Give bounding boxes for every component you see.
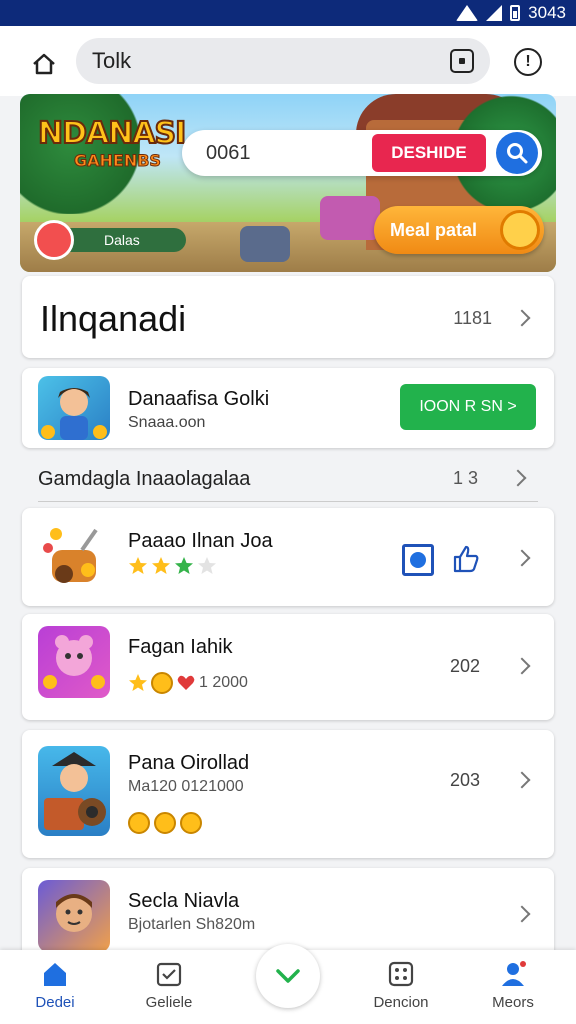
calendar-icon bbox=[156, 962, 182, 987]
rating-stars bbox=[128, 556, 217, 576]
item-meta-text: 1 2000 bbox=[199, 674, 248, 691]
nav-games-label: Geliele bbox=[145, 994, 193, 1011]
chevron-right-icon bbox=[513, 771, 531, 789]
coin-icon bbox=[180, 812, 202, 834]
list-item[interactable]: Fagan Iahik 1 2000 202 bbox=[22, 614, 554, 720]
banner-cart bbox=[320, 196, 380, 240]
profile-icon bbox=[502, 961, 526, 986]
wifi-icon bbox=[456, 5, 479, 21]
status-time: 3043 bbox=[528, 3, 566, 22]
nav-games[interactable]: Geliele bbox=[124, 960, 214, 1011]
dice-icon bbox=[388, 961, 414, 987]
signal-icon bbox=[486, 5, 503, 21]
chevron-right-icon bbox=[513, 549, 531, 567]
home-icon bbox=[33, 53, 55, 75]
record-icon[interactable] bbox=[402, 544, 434, 576]
thumbs-up-icon[interactable] bbox=[452, 544, 480, 574]
coin-row bbox=[128, 812, 202, 834]
nav-home[interactable]: Dedei bbox=[10, 960, 100, 1011]
banner-robot bbox=[240, 226, 290, 262]
top-bar: Tolk ! bbox=[0, 26, 576, 96]
center-action-button[interactable] bbox=[256, 944, 320, 1008]
chevron-right-icon bbox=[513, 309, 531, 327]
nav-profile[interactable]: Meors bbox=[468, 960, 558, 1011]
star-icon bbox=[129, 557, 147, 574]
nav-profile-label: Meors bbox=[492, 994, 534, 1011]
tab-switch-icon[interactable] bbox=[450, 49, 474, 73]
section-count: 1181 bbox=[453, 308, 492, 328]
item-name: Pana Oirollad bbox=[128, 752, 250, 774]
search-value: Tolk bbox=[92, 48, 132, 73]
item-number: 203 bbox=[449, 770, 480, 790]
chevron-right-icon bbox=[513, 657, 531, 675]
nav-download-label: Dencion bbox=[373, 994, 429, 1011]
banner-search-value: 0061 bbox=[206, 141, 251, 164]
star-icon bbox=[175, 557, 193, 574]
item-meta: 1 2000 bbox=[128, 672, 248, 694]
bottom-navigation: Dedei Geliele Dencion Meors bbox=[0, 944, 576, 1024]
chevron-right-icon bbox=[509, 469, 527, 487]
mascot-icon bbox=[34, 220, 74, 260]
app-thumbnail bbox=[38, 520, 110, 592]
install-button[interactable]: IOON R SN > bbox=[400, 384, 536, 430]
home-back-button[interactable] bbox=[26, 46, 62, 82]
item-number: 202 bbox=[449, 656, 480, 676]
featured-app-card[interactable]: Danaafisa Golki Snaaa.oon IOON R SN > bbox=[22, 368, 554, 448]
item-meta: Ma120 0121000 bbox=[128, 778, 244, 795]
info-icon[interactable]: ! bbox=[514, 48, 542, 76]
app-thumbnail bbox=[38, 376, 110, 440]
section-title: Ilnqanadi bbox=[40, 298, 187, 339]
logo-title: NDANASI bbox=[37, 115, 187, 152]
app-name: Danaafisa Golki bbox=[128, 388, 270, 410]
badge-icon bbox=[500, 210, 540, 250]
app-thumbnail bbox=[38, 746, 110, 836]
banner-cta-label: Meal patal bbox=[390, 219, 478, 240]
chevron-down-icon bbox=[276, 969, 300, 983]
game-logo: NDANASI GAHENBS bbox=[37, 115, 198, 200]
item-name: Secla Niavla bbox=[128, 890, 240, 912]
battery-icon bbox=[510, 5, 521, 21]
app-thumbnail bbox=[38, 626, 110, 698]
app-thumbnail bbox=[38, 880, 110, 952]
banner-search-field[interactable]: 0061 DESHIDE bbox=[182, 130, 542, 176]
logo-subtitle: GAHENBS bbox=[74, 151, 162, 171]
search-icon[interactable] bbox=[496, 132, 538, 174]
home-icon bbox=[44, 963, 66, 986]
star-empty-icon bbox=[198, 557, 216, 574]
coin-icon bbox=[151, 672, 173, 694]
chevron-right-icon bbox=[513, 905, 531, 923]
nav-download[interactable]: Dencion bbox=[356, 960, 446, 1011]
item-meta: Bjotarlen Sh820m bbox=[128, 916, 256, 933]
star-icon bbox=[129, 674, 147, 691]
item-name: Paaao Ilnan Joa bbox=[128, 530, 273, 552]
coin-icon bbox=[128, 812, 150, 834]
status-bar: 3043 bbox=[0, 0, 576, 26]
banner-cta-button[interactable]: Meal patal bbox=[374, 206, 544, 254]
subheader-label: Gamdagla Inaaolagalaa bbox=[38, 468, 251, 490]
list-item[interactable]: Paaao Ilnan Joa bbox=[22, 508, 554, 606]
list-item[interactable]: Pana Oirollad Ma120 0121000 203 bbox=[22, 730, 554, 858]
banner-search-button[interactable]: DESHIDE bbox=[372, 134, 486, 172]
heart-icon bbox=[177, 675, 195, 690]
search-input[interactable]: Tolk bbox=[76, 38, 490, 84]
list-subheader[interactable]: Gamdagla Inaaolagalaa 1 3 bbox=[38, 466, 538, 502]
app-subtitle: Snaaa.oon bbox=[128, 414, 206, 431]
star-icon bbox=[152, 557, 170, 574]
coin-icon bbox=[154, 812, 176, 834]
item-name: Fagan Iahik bbox=[128, 636, 233, 658]
hero-banner[interactable]: NDANASI GAHENBS Dalas 0061 DESHIDE Meal … bbox=[20, 94, 556, 272]
subheader-count: 1 3 bbox=[452, 468, 478, 488]
section-header-card[interactable]: Ilnqanadi 1181 bbox=[22, 276, 554, 358]
nav-home-label: Dedei bbox=[35, 994, 75, 1011]
